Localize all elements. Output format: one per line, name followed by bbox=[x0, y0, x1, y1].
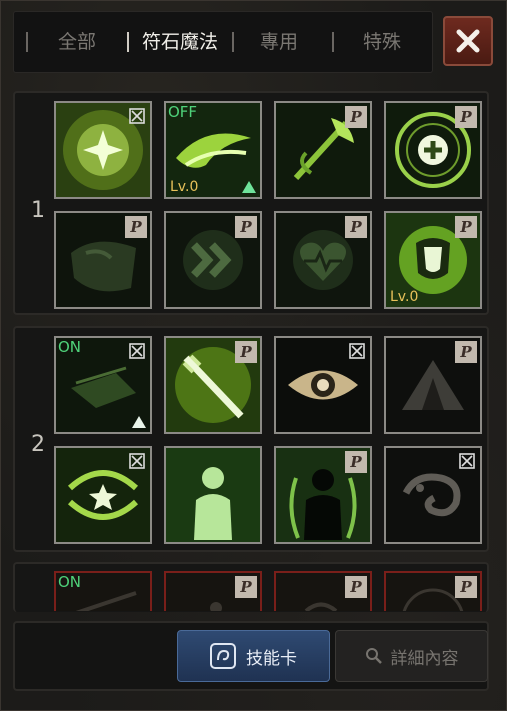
skill-slot[interactable]: P bbox=[384, 571, 482, 611]
skill-slot[interactable]: P bbox=[164, 336, 262, 434]
tab-bar: 全部 符石魔法 專用 特殊 bbox=[13, 11, 433, 73]
details-button[interactable]: 詳細內容 bbox=[335, 630, 488, 682]
tab-all[interactable]: 全部 bbox=[42, 12, 112, 72]
group-number: 1 bbox=[31, 198, 45, 223]
close-icon bbox=[456, 29, 480, 53]
skill-slot[interactable]: P bbox=[384, 101, 482, 199]
passive-badge: P bbox=[125, 216, 147, 238]
tab-rune-magic[interactable]: 符石魔法 bbox=[130, 12, 230, 72]
passive-badge: P bbox=[455, 216, 477, 238]
skill-slot[interactable]: P Lv.0 bbox=[384, 211, 482, 309]
toggle-state-label: ON bbox=[58, 573, 82, 591]
skill-slot[interactable] bbox=[54, 101, 152, 199]
passive-badge: P bbox=[455, 576, 477, 598]
skill-slot[interactable]: P bbox=[274, 446, 372, 544]
close-button[interactable] bbox=[443, 16, 493, 66]
tab-separator bbox=[332, 32, 334, 52]
passive-badge: P bbox=[345, 216, 367, 238]
skill-card-button[interactable]: 技能卡 bbox=[177, 630, 330, 682]
skill-slot[interactable] bbox=[54, 446, 152, 544]
upgrade-arrow-icon bbox=[242, 181, 256, 193]
lock-icon bbox=[349, 343, 365, 359]
upgrade-arrow-icon bbox=[132, 416, 146, 428]
details-label: 詳細內容 bbox=[390, 648, 459, 669]
lock-icon bbox=[129, 343, 145, 359]
passive-badge: P bbox=[345, 451, 367, 473]
skill-slot[interactable]: P bbox=[54, 211, 152, 309]
skill-slot[interactable] bbox=[384, 446, 482, 544]
skill-slot[interactable]: P bbox=[274, 571, 372, 611]
skill-slot[interactable]: P bbox=[274, 211, 372, 309]
search-icon bbox=[365, 648, 382, 664]
skill-slot[interactable] bbox=[164, 446, 262, 544]
toggle-state-label: ON bbox=[58, 338, 82, 356]
skill-window: 全部 符石魔法 專用 特殊 1 2 OFF Lv.0 P P P P P P L… bbox=[0, 0, 507, 711]
skill-slot[interactable] bbox=[274, 336, 372, 434]
tab-exclusive[interactable]: 專用 bbox=[244, 12, 314, 72]
passive-badge: P bbox=[455, 341, 477, 363]
skill-level: Lv.0 bbox=[170, 179, 199, 195]
skill-slot[interactable]: ON bbox=[54, 571, 152, 611]
lock-icon bbox=[129, 108, 145, 124]
tab-special[interactable]: 特殊 bbox=[347, 12, 417, 72]
bottom-bar: 技能卡 詳細內容 bbox=[13, 621, 489, 691]
tab-separator bbox=[127, 32, 129, 52]
skill-slot[interactable]: OFF Lv.0 bbox=[164, 101, 262, 199]
lock-icon bbox=[129, 453, 145, 469]
lock-icon bbox=[459, 453, 475, 469]
skill-slot[interactable]: P bbox=[164, 211, 262, 309]
tab-separator bbox=[232, 32, 234, 52]
skill-slot[interactable]: P bbox=[384, 336, 482, 434]
passive-badge: P bbox=[235, 576, 257, 598]
skill-slot[interactable]: P bbox=[164, 571, 262, 611]
passive-badge: P bbox=[235, 341, 257, 363]
skill-card-label: 技能卡 bbox=[246, 648, 297, 669]
passive-badge: P bbox=[455, 106, 477, 128]
body-aura-icon bbox=[166, 448, 260, 542]
skill-card-icon bbox=[210, 643, 236, 669]
passive-badge: P bbox=[235, 216, 257, 238]
skill-slot[interactable]: ON bbox=[54, 336, 152, 434]
passive-badge: P bbox=[345, 106, 367, 128]
tab-separator bbox=[26, 32, 28, 52]
skill-level: Lv.0 bbox=[390, 289, 419, 305]
skill-slot[interactable]: P bbox=[274, 101, 372, 199]
toggle-state-label: OFF bbox=[168, 103, 198, 121]
group-number: 2 bbox=[31, 432, 45, 457]
passive-badge: P bbox=[345, 576, 367, 598]
